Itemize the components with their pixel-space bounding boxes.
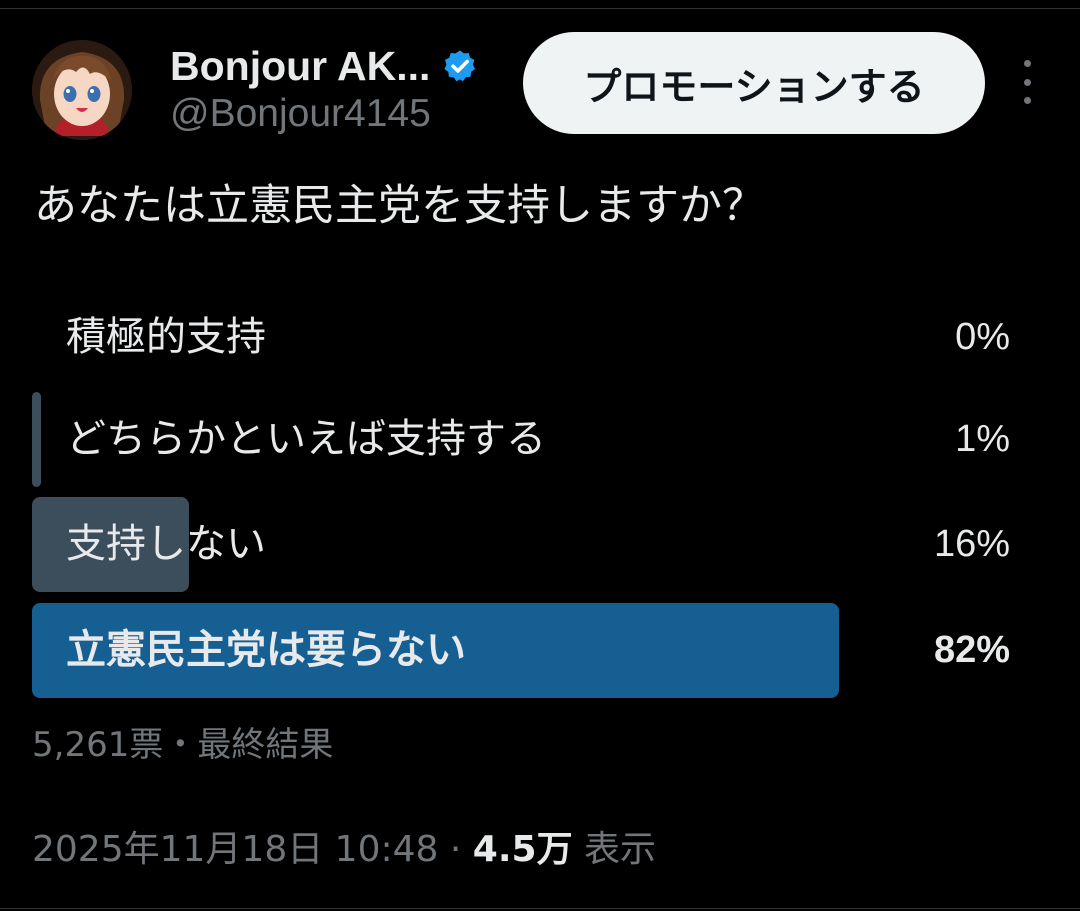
views-label: 表示: [584, 829, 657, 870]
avatar[interactable]: [32, 40, 132, 140]
author-display-name[interactable]: Bonjour AK...: [170, 43, 430, 90]
author-handle[interactable]: @Bonjour4145: [170, 92, 431, 136]
tweet-meta-row: 2025年11月18日 10:48 · 4.5万 表示: [32, 822, 656, 878]
poll-option-percent: 82%: [933, 629, 1010, 671]
promote-button[interactable]: プロモーションする: [523, 32, 985, 134]
poll-option-label: 積極的支持: [66, 314, 266, 360]
anime-girl-avatar-icon: [32, 40, 132, 140]
bottom-divider: [0, 908, 1080, 909]
top-divider: [0, 8, 1080, 9]
more-dot: [1023, 60, 1031, 67]
poll-option-winner: 立憲民主党は要らない 82%: [32, 603, 1016, 698]
poll-meta: 5,261票・最終結果: [32, 720, 333, 770]
tweet-timestamp[interactable]: 2025年11月18日 10:48: [32, 829, 438, 870]
poll-option-label: 立憲民主党は要らない: [66, 627, 466, 673]
verified-badge-icon: [444, 50, 476, 82]
author-name-row[interactable]: Bonjour AK...: [170, 40, 478, 92]
poll-option-percent: 0%: [955, 316, 1010, 358]
poll-option-label: どちらかといえば支持する: [66, 416, 546, 462]
poll-option-percent: 16%: [933, 523, 1010, 565]
poll-option-percent: 1%: [955, 418, 1010, 460]
tweet-text: あなたは立憲民主党を支持しますか？: [34, 181, 765, 231]
poll-option: 積極的支持 0%: [32, 290, 1016, 385]
poll-option-label: 支持しない: [66, 521, 266, 567]
poll-votes: 5,261票: [32, 725, 164, 765]
poll-bar: [32, 392, 41, 487]
poll-meta-separator: ・: [163, 725, 198, 765]
poll-status: 最終結果: [197, 725, 334, 765]
more-dot: [1023, 78, 1031, 86]
more-dot: [1023, 97, 1031, 104]
poll-option: どちらかといえば支持する 1%: [32, 392, 1016, 487]
views-count: 4.5万: [472, 829, 573, 870]
more-vertical-icon[interactable]: [1012, 60, 1042, 104]
poll-option: 支持しない 16%: [32, 497, 1016, 592]
meta-separator: ·: [449, 829, 462, 870]
